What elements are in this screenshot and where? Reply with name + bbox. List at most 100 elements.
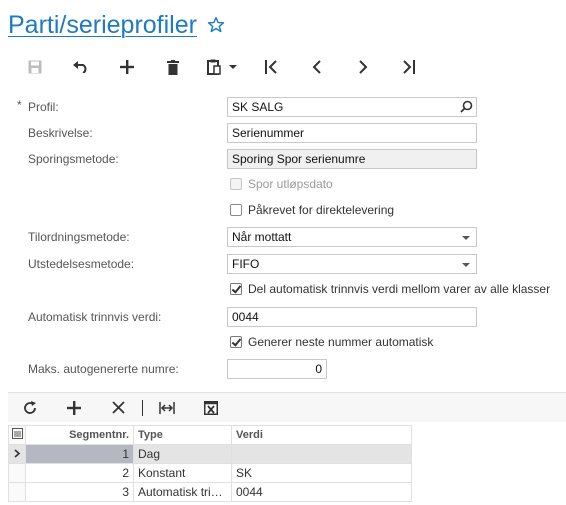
sporingsmetode-value: Sporing Spor serienumre [232,152,366,166]
save-icon [28,60,42,74]
profil-label: Profil: [28,100,59,114]
first-icon [265,60,277,74]
col-header-type[interactable]: Type [133,425,232,445]
table-row[interactable]: 2 Konstant SK [8,463,412,483]
utstedelsesmetode-label: Utstedelsesmetode: [28,257,135,271]
grid-toolbar [8,392,566,422]
close-icon [111,401,125,414]
previous-record-button[interactable] [294,52,340,82]
spor-utlopsdato-label: Spor utløpsdato [248,177,333,191]
row-indicator [8,463,26,483]
refresh-icon [24,400,36,414]
row-indicator [8,444,26,464]
main-toolbar [12,52,432,82]
row-del-automatisk: Del automatisk trinnvis verdi mellom var… [0,279,566,301]
utstedelsesmetode-dropdown[interactable]: FIFO [227,254,477,274]
title-bar: Parti/serieprofiler [8,8,225,42]
fit-columns-button[interactable] [145,394,189,422]
clipboard-icon [207,59,221,75]
add-icon [120,60,134,74]
cell-segmentnr[interactable]: 2 [25,463,134,483]
table-row[interactable]: 1 Dag [8,444,412,464]
tilordningsmetode-label: Tilordningsmetode: [28,230,130,244]
row-automatisk-trinnvis: Automatisk trinnvis verdi: 0044 [0,306,566,328]
list-icon [11,428,23,439]
del-automatisk-label[interactable]: Del automatisk trinnvis verdi mellom var… [248,282,550,296]
utstedelsesmetode-value: FIFO [232,257,260,271]
add-row-button[interactable] [52,394,96,422]
row-spor-utlopsdato: Spor utløpsdato [0,174,566,196]
row-utstedelsesmetode: Utstedelsesmetode: FIFO [0,253,566,275]
del-automatisk-checkbox[interactable] [230,283,242,295]
undo-button[interactable] [58,52,104,82]
delete-icon [167,59,179,75]
automatisk-trinnvis-label: Automatisk trinnvis verdi: [28,310,162,324]
undo-icon [73,61,87,73]
toolbar-divider [142,399,143,416]
chevron-down-icon [462,263,470,267]
sporingsmetode-label: Sporingsmetode: [28,152,119,166]
delete-button[interactable] [150,52,196,82]
first-record-button[interactable] [248,52,294,82]
delete-row-button[interactable] [96,394,140,422]
beskrivelse-field[interactable]: Serienummer [227,123,477,143]
add-icon [67,400,81,415]
export-excel-button[interactable] [189,394,233,422]
profil-value: SK SALG [232,100,284,114]
row-pakrevet: Påkrevet for direktelevering [0,200,566,222]
table-row[interactable]: 3 Automatisk tri… 0044 [8,482,412,502]
cell-verdi[interactable]: SK [231,463,412,483]
previous-icon [312,60,321,74]
row-tilordningsmetode: Tilordningsmetode: Når mottatt [0,226,566,248]
generer-neste-label[interactable]: Generer neste nummer automatisk [248,335,433,349]
tilordningsmetode-dropdown[interactable]: Når mottatt [227,227,477,247]
next-record-button[interactable] [340,52,386,82]
chevron-right-icon [13,449,20,458]
chevron-down-icon [462,236,470,240]
chevron-down-icon [229,65,237,69]
beskrivelse-label: Beskrivelse: [28,126,93,140]
cell-segmentnr[interactable]: 3 [25,482,134,502]
last-record-button[interactable] [386,52,432,82]
beskrivelse-value: Serienummer [232,126,305,140]
fit-width-icon [159,401,175,414]
cell-type[interactable]: Konstant [133,463,232,483]
refresh-button[interactable] [8,394,52,422]
automatisk-trinnvis-field[interactable]: 0044 [227,307,477,327]
automatisk-trinnvis-value: 0044 [232,310,259,324]
save-button[interactable] [12,52,58,82]
cell-type[interactable]: Automatisk tri… [133,482,232,502]
generer-neste-checkbox[interactable] [230,336,242,348]
required-marker: * [17,98,22,112]
cell-type[interactable]: Dag [133,444,232,464]
page-title[interactable]: Parti/serieprofiler [8,11,197,40]
profil-selector[interactable]: SK SALG [227,97,477,117]
clipboard-menu-button[interactable] [196,52,248,82]
cell-verdi[interactable]: 0044 [231,482,412,502]
cell-segmentnr[interactable]: 1 [25,444,134,464]
maks-autogenererte-field[interactable]: 0 [227,359,327,379]
col-header-segmentnr[interactable]: Segmentnr. [25,425,134,445]
maks-autogenererte-label: Maks. autogenererte numre: [28,362,179,376]
star-icon[interactable] [207,16,225,34]
cell-verdi[interactable] [231,444,412,464]
grid-header-row: Segmentnr. Type Verdi [8,425,412,445]
col-header-verdi[interactable]: Verdi [231,425,412,445]
row-profil: * Profil: SK SALG [0,96,566,118]
tilordningsmetode-value: Når mottatt [232,230,292,244]
row-maks-autogenererte: Maks. autogenererte numre: 0 [0,358,566,380]
add-button[interactable] [104,52,150,82]
pakrevet-checkbox[interactable] [230,204,242,216]
maks-autogenererte-value: 0 [315,362,322,376]
row-beskrivelse: Beskrivelse: Serienummer [0,122,566,144]
row-generer-neste: Generer neste nummer automatisk [0,332,566,354]
row-indicator [8,482,26,502]
pakrevet-label[interactable]: Påkrevet for direktelevering [248,203,394,217]
row-sporingsmetode: Sporingsmetode: Sporing Spor serienumre [0,148,566,170]
segments-grid: Segmentnr. Type Verdi 1 Dag 2 Konstant S… [8,425,412,502]
search-icon[interactable] [460,100,473,113]
spor-utlopsdato-checkbox [230,178,242,190]
grid-menu-cell[interactable] [8,425,26,445]
excel-icon [204,400,218,415]
last-icon [403,60,415,74]
